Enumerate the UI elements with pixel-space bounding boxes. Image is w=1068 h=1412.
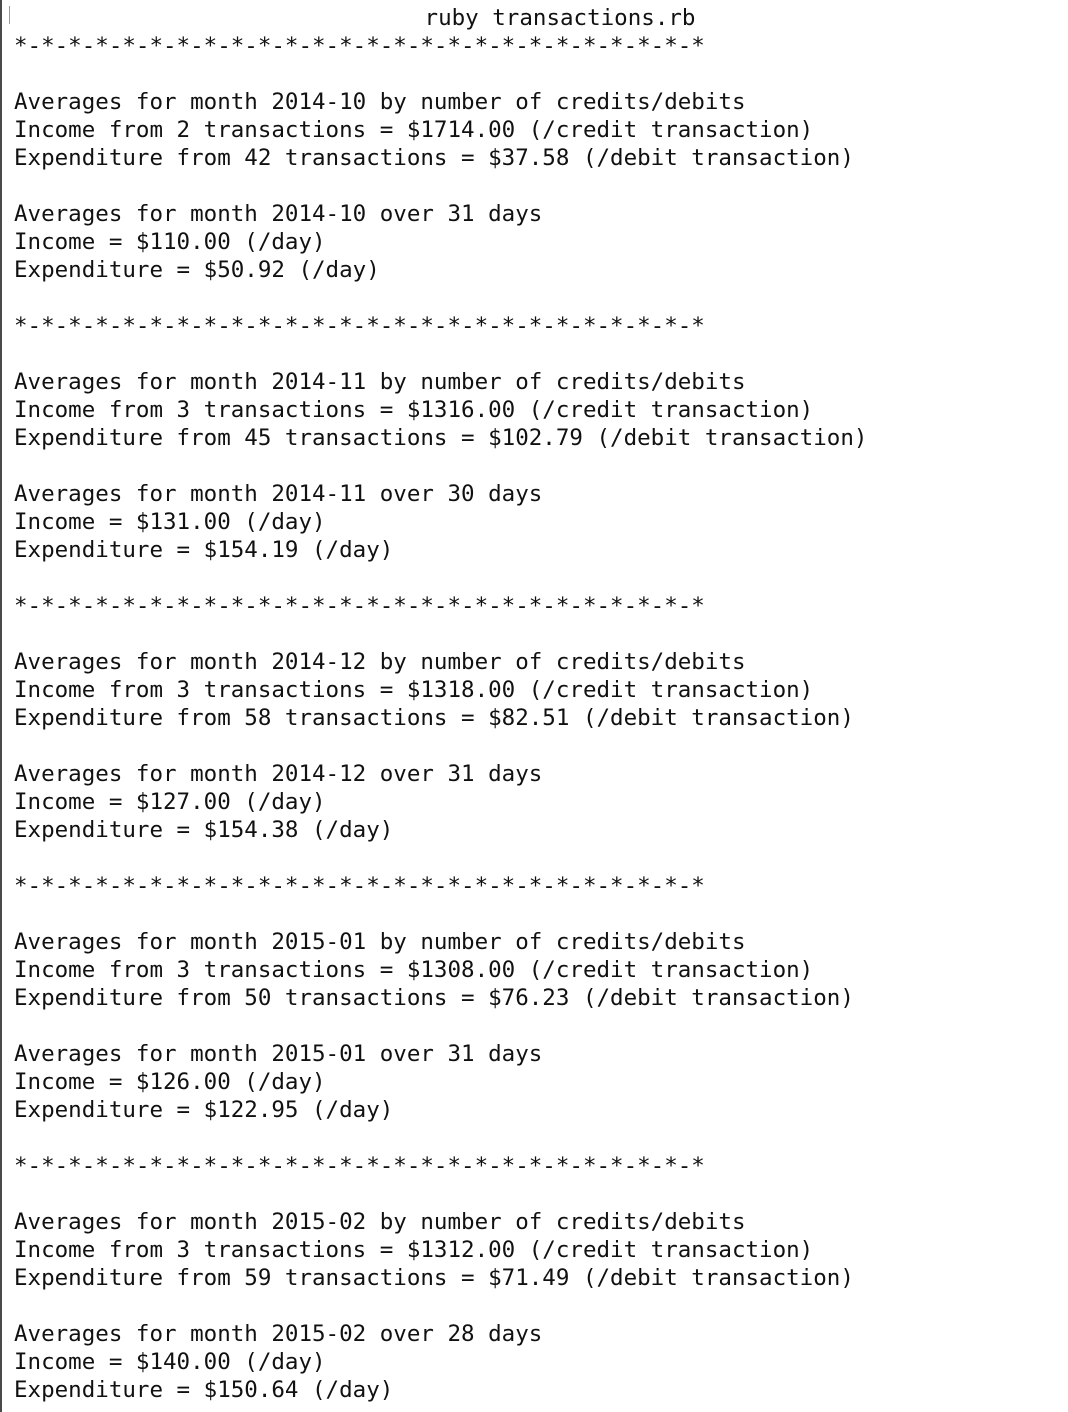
output-line: Averages for month 2015-02 by number of … — [14, 1209, 746, 1235]
output-line: Income = $127.00 (/day) — [14, 789, 326, 815]
output-line: Averages for month 2014-11 over 30 days — [14, 481, 543, 507]
output-line: Expenditure from 58 transactions = $82.5… — [14, 705, 854, 731]
separator-line: *-*-*-*-*-*-*-*-*-*-*-*-*-*-*-*-*-*-*-*-… — [14, 593, 705, 619]
output-line: Income from 3 transactions = $1308.00 (/… — [14, 957, 814, 983]
output-line: Expenditure = $154.19 (/day) — [14, 537, 394, 563]
output-line: Averages for month 2014-12 over 31 days — [14, 761, 543, 787]
output-line: Expenditure from 45 transactions = $102.… — [14, 425, 868, 451]
separator-line: *-*-*-*-*-*-*-*-*-*-*-*-*-*-*-*-*-*-*-*-… — [14, 313, 705, 339]
output-line: Income = $110.00 (/day) — [14, 229, 326, 255]
output-line: Averages for month 2015-01 by number of … — [14, 929, 746, 955]
separator-line: *-*-*-*-*-*-*-*-*-*-*-*-*-*-*-*-*-*-*-*-… — [14, 1153, 705, 1179]
output-line: Averages for month 2015-02 over 28 days — [14, 1321, 543, 1347]
output-line: Expenditure = $154.38 (/day) — [14, 817, 394, 843]
output-line: Expenditure from 42 transactions = $37.5… — [14, 145, 854, 171]
output-line: Expenditure = $122.95 (/day) — [14, 1097, 394, 1123]
output-line: Expenditure from 50 transactions = $76.2… — [14, 985, 854, 1011]
output-line: Income from 2 transactions = $1714.00 (/… — [14, 117, 814, 143]
separator-line: *-*-*-*-*-*-*-*-*-*-*-*-*-*-*-*-*-*-*-*-… — [14, 33, 705, 59]
output-line: Averages for month 2014-12 by number of … — [14, 649, 746, 675]
output-line: Averages for month 2014-10 by number of … — [14, 89, 746, 115]
output-line: Income from 3 transactions = $1316.00 (/… — [14, 397, 814, 423]
output-line: Income from 3 transactions = $1312.00 (/… — [14, 1237, 814, 1263]
terminal-window[interactable]: ruby transactions.rb *-*-*-*-*-*-*-*-*-*… — [0, 0, 1068, 1412]
output-line: Income = $126.00 (/day) — [14, 1069, 326, 1095]
output-line: Averages for month 2014-11 by number of … — [14, 369, 746, 395]
output-line: Expenditure = $150.64 (/day) — [14, 1377, 394, 1403]
window-title: ruby transactions.rb — [424, 5, 696, 31]
output-line: Averages for month 2015-01 over 31 days — [14, 1041, 543, 1067]
terminal-output: *-*-*-*-*-*-*-*-*-*-*-*-*-*-*-*-*-*-*-*-… — [14, 32, 867, 1404]
output-line: Expenditure from 59 transactions = $71.4… — [14, 1265, 854, 1291]
output-line: Averages for month 2014-10 over 31 days — [14, 201, 543, 227]
output-line: Expenditure = $50.92 (/day) — [14, 257, 380, 283]
output-line: Income = $140.00 (/day) — [14, 1349, 326, 1375]
output-line: Income from 3 transactions = $1318.00 (/… — [14, 677, 814, 703]
separator-line: *-*-*-*-*-*-*-*-*-*-*-*-*-*-*-*-*-*-*-*-… — [14, 873, 705, 899]
output-line: Income = $131.00 (/day) — [14, 509, 326, 535]
